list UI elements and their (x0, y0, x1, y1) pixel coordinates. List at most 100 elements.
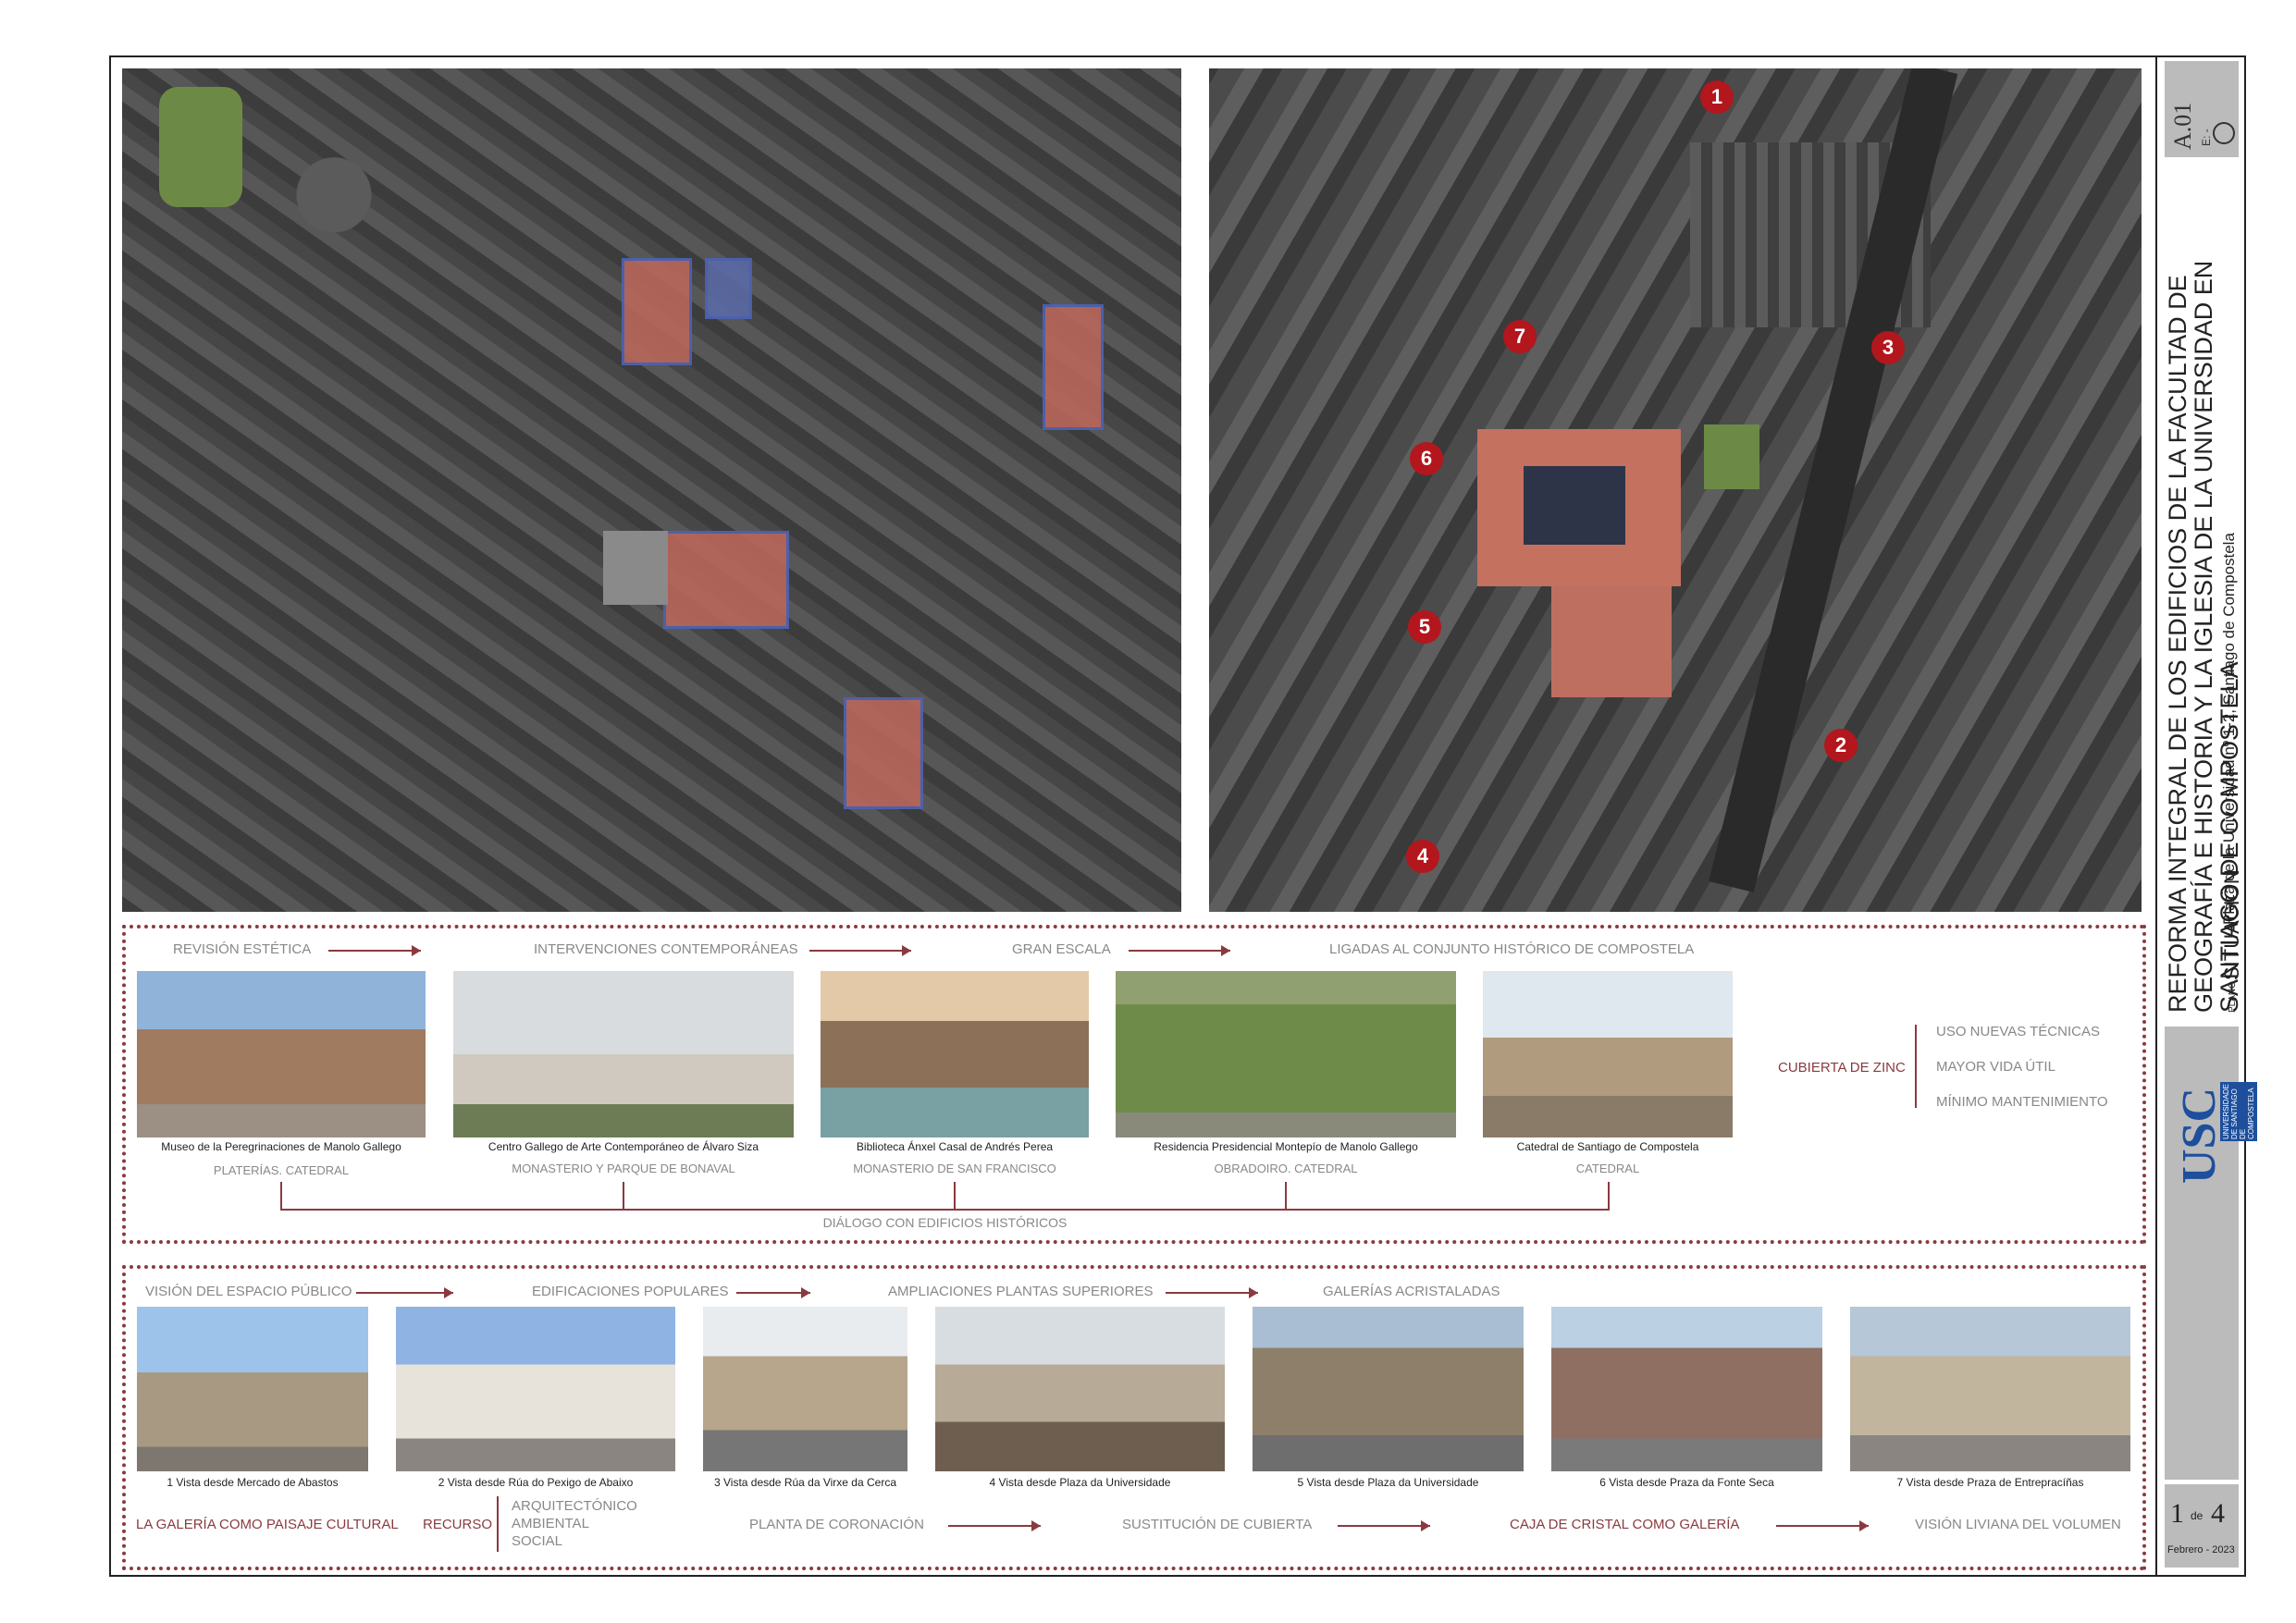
photo-caption: 3 Vista desde Rúa da Virxe da Cerca (713, 1476, 896, 1489)
connector (280, 1209, 1610, 1211)
faculty-building (1477, 429, 1681, 586)
photo-caption: Centro Gallego de Arte Contemporáneo de … (488, 1140, 759, 1153)
highlight-building (1043, 304, 1104, 430)
connector (280, 1182, 282, 1210)
connector (1285, 1182, 1287, 1210)
highlight-building (844, 697, 923, 809)
flow-arrow (356, 1287, 453, 1298)
zinc-item: MAYOR VIDA ÚTIL (1936, 1059, 2055, 1075)
sheet-date: Febrero - 2023 (2167, 1544, 2235, 1555)
flow-arrow (736, 1287, 810, 1298)
photo-caption: 1 Vista desde Mercado de Abastos (167, 1476, 339, 1489)
page-of: de (2191, 1509, 2203, 1522)
photo-view-4 (935, 1307, 1225, 1471)
plaza (603, 531, 668, 605)
marker-6[interactable]: 6 (1410, 442, 1443, 475)
sheet-scale: E: - (2200, 129, 2213, 146)
recurso-item: ARQUITECTÓNICO (512, 1498, 637, 1514)
photo-caption: Biblioteca Ánxel Casal de Andrés Perea (856, 1140, 1054, 1153)
vision-label: VISIÓN LIVIANA DEL VOLUMEN (1915, 1517, 2121, 1532)
sustitucion-label: SUSTITUCIÓN DE CUBIERTA (1122, 1517, 1313, 1532)
recurso-label: RECURSO (423, 1517, 493, 1532)
recurso-item: AMBIENTAL (512, 1516, 589, 1531)
photo-caption: Museo de la Peregrinaciones de Manolo Ga… (161, 1140, 401, 1153)
flow-label: GRAN ESCALA (1012, 941, 1111, 957)
bracket (1915, 1025, 1917, 1108)
flow-arrow (328, 945, 421, 956)
bracket (497, 1496, 499, 1552)
marker-3[interactable]: 3 (1871, 331, 1905, 364)
photo-subtitle: OBRADOIRO. CATEDRAL (1214, 1162, 1358, 1175)
photo-catedral (1483, 971, 1733, 1137)
photo-caption: 4 Vista desde Plaza da Universidade (989, 1476, 1171, 1489)
photo-caption: Catedral de Santiago de Compostela (1516, 1140, 1699, 1153)
aerial-map-right (1209, 68, 2142, 912)
photo-biblioteca (821, 971, 1089, 1137)
dialog-label: DIÁLOGO CON EDIFICIOS HISTÓRICOS (822, 1215, 1068, 1230)
flow-label: AMPLIACIONES PLANTAS SUPERIORES (888, 1284, 1154, 1299)
photo-caption: 5 Vista desde Plaza da Universidade (1297, 1476, 1479, 1489)
marker-7[interactable]: 7 (1503, 320, 1537, 353)
highlight-building (663, 531, 789, 629)
photo-view-1 (137, 1307, 368, 1471)
church-building (1551, 586, 1672, 697)
marker-1[interactable]: 1 (1700, 80, 1734, 114)
connector (954, 1182, 956, 1210)
flow-label: GALERÍAS ACRISTALADAS (1323, 1284, 1500, 1299)
project-address: Plaza de la Universidad nº 1-2, Santiago… (2220, 533, 2238, 925)
park-area (159, 87, 242, 207)
flow-label: EDIFICACIONES POPULARES (532, 1284, 729, 1299)
usc-logo-text: UNIVERSIDADE DE SANTIAGO DE COMPOSTELA (2220, 1082, 2257, 1141)
flow-arrow (1166, 1287, 1258, 1298)
north-icon (2213, 122, 2235, 144)
zinc-item: MÍNIMO MANTENIMIENTO (1936, 1094, 2108, 1110)
photo-view-7 (1850, 1307, 2130, 1471)
photo-residencia (1116, 971, 1456, 1137)
photo-caption: Residencia Presidencial Montepío de Mano… (1154, 1140, 1418, 1153)
garden (1704, 424, 1759, 489)
marker-5[interactable]: 5 (1408, 610, 1441, 644)
connector (623, 1182, 624, 1210)
flow-label: VISIÓN DEL ESPACIO PÚBLICO (145, 1284, 352, 1299)
photo-subtitle: CATEDRAL (1575, 1162, 1640, 1175)
caja-label: CAJA DE CRISTAL COMO GALERÍA (1510, 1517, 1740, 1532)
photo-subtitle: MONASTERIO DE SAN FRANCISCO (853, 1162, 1056, 1175)
sheet-code: A.01 (2169, 102, 2196, 150)
flow-arrow (1338, 1520, 1430, 1531)
zinc-label: CUBIERTA DE ZINC (1778, 1060, 1906, 1076)
photo-cgac (453, 971, 794, 1137)
plano-label: PLANO (2228, 981, 2238, 1013)
galeria-label: LA GALERÍA COMO PAISAJE CULTURAL (136, 1517, 399, 1532)
page-total: 4 (2211, 1498, 2225, 1529)
usc-logo: USC (2173, 1087, 2226, 1184)
photo-view-3 (703, 1307, 907, 1471)
photo-view-5 (1253, 1307, 1524, 1471)
photo-view-2 (396, 1307, 675, 1471)
connector (1608, 1182, 1610, 1210)
photo-view-6 (1551, 1307, 1822, 1471)
sidebar-divider (2155, 55, 2157, 1577)
recurso-item: SOCIAL (512, 1533, 563, 1549)
aerial-map-left (122, 68, 1181, 912)
photo-caption: 6 Vista desde Praza da Fonte Seca (1599, 1476, 1774, 1489)
flow-label: REVISIÓN ESTÉTICA (173, 941, 312, 957)
flow-label: LIGADAS AL CONJUNTO HISTÓRICO DE COMPOST… (1329, 941, 1695, 957)
flow-arrow (809, 945, 911, 956)
marker-4[interactable]: 4 (1406, 840, 1439, 873)
photo-subtitle: MONASTERIO Y PARQUE DE BONAVAL (512, 1162, 735, 1175)
page-number: 1 (2170, 1498, 2184, 1529)
zinc-item: USO NUEVAS TÉCNICAS (1936, 1024, 2100, 1039)
flow-label: INTERVENCIONES CONTEMPORÁNEAS (534, 941, 798, 957)
photo-caption: 2 Vista desde Rúa do Pexigo de Abaixo (438, 1476, 634, 1489)
photo-subtitle: PLATERÍAS. CATEDRAL (213, 1163, 350, 1177)
highlight-building (705, 258, 752, 319)
photo-museo-peregrinaciones (137, 971, 426, 1137)
plano-title: SITUACIÓN (2220, 869, 2243, 980)
flow-arrow (1776, 1520, 1869, 1531)
photo-caption: 7 Vista desde Praza de Entrepracíñas (1896, 1476, 2084, 1489)
flow-arrow (1129, 945, 1230, 956)
highlight-building (622, 258, 692, 365)
flow-arrow (948, 1520, 1041, 1531)
planta-label: PLANTA DE CORONACIÓN (749, 1517, 924, 1532)
marker-2[interactable]: 2 (1824, 729, 1858, 762)
